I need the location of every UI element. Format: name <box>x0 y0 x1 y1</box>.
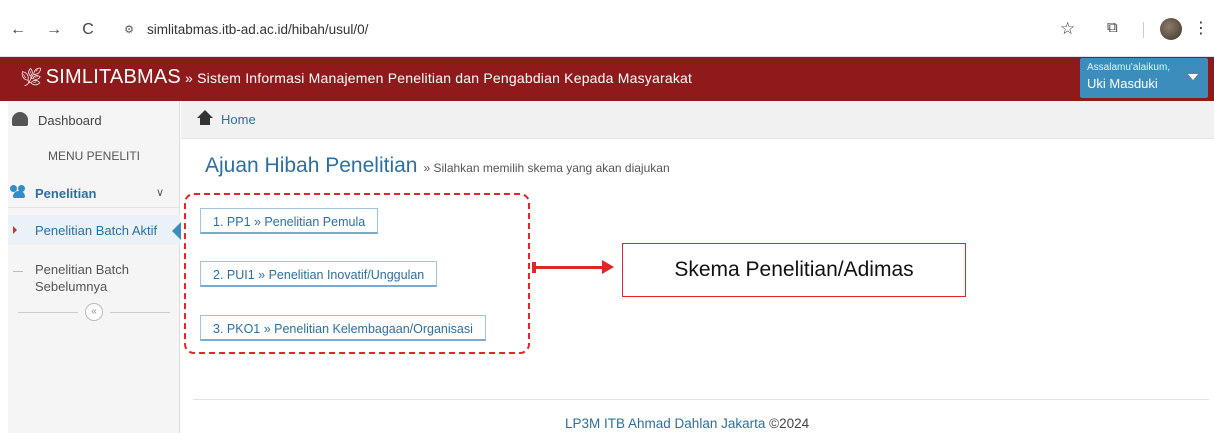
browser-toolbar: ← → C ⚙ simlitabmas.itb-ad.ac.id/hibah/u… <box>0 0 1214 57</box>
sidebar-item-batch-aktif[interactable]: Penelitian Batch Aktif <box>8 215 181 245</box>
browser-menu-icon[interactable]: ⋮ <box>1193 18 1209 38</box>
toolbar-divider <box>1143 22 1144 38</box>
active-indicator <box>172 222 181 240</box>
breadcrumb-home-link[interactable]: Home <box>221 112 256 127</box>
sidebar-item-label: Penelitian <box>35 186 97 201</box>
footer-copyright: ©2024 <box>769 416 810 431</box>
divider <box>18 312 78 313</box>
sidebar-item-label: Penelitian Batch Aktif <box>35 223 158 238</box>
sidebar: Dashboard MENU PENELITI Penelitian ∨ Pen… <box>8 101 181 433</box>
annotation-arrow-line <box>536 266 606 269</box>
page-title-text: Ajuan Hibah Penelitian <box>205 154 418 177</box>
breadcrumb: Home <box>181 101 1214 139</box>
user-name: Uki Masduki <box>1087 76 1158 91</box>
dashboard-gauge-icon <box>12 112 28 126</box>
extensions-icon[interactable]: ⧉ <box>1107 19 1118 36</box>
brand-separator: » <box>180 70 198 86</box>
reload-icon[interactable]: C <box>78 20 98 40</box>
divider <box>110 312 170 313</box>
users-icon <box>10 185 28 199</box>
sidebar-item-label: Dashboard <box>38 113 102 128</box>
sidebar-section-header: MENU PENELITI <box>47 149 140 163</box>
chevron-down-icon: ∨ <box>156 187 165 199</box>
user-menu[interactable]: Assalamu'alaikum, Uki Masduki <box>1080 58 1208 98</box>
bookmark-star-icon[interactable]: ☆ <box>1060 19 1075 39</box>
collapse-sidebar-icon[interactable]: « <box>85 303 103 321</box>
annotation-arrow-head-icon <box>602 260 614 274</box>
profile-avatar[interactable] <box>1160 18 1182 40</box>
footer: LP3M ITB Ahmad Dahlan Jakarta ©2024 <box>565 416 809 431</box>
user-greeting: Assalamu'alaikum, <box>1087 62 1171 73</box>
brand-name: SIMLITABMAS <box>45 66 181 88</box>
home-icon[interactable] <box>197 110 213 126</box>
brand[interactable]: 🌿︎ SIMLITABMAS » Sistem Informasi Manaje… <box>20 66 692 89</box>
page-title: Ajuan Hibah Penelitian » Silahkan memilih… <box>205 154 670 178</box>
address-bar[interactable]: ⚙ simlitabmas.itb-ad.ac.id/hibah/usul/0/ <box>110 13 1090 47</box>
url-text[interactable]: simlitabmas.itb-ad.ac.id/hibah/usul/0/ <box>147 22 368 37</box>
tree-line <box>13 271 23 272</box>
sidebar-item-label: Penelitian Batch Sebelumnya <box>35 262 129 294</box>
page-subtitle: » Silahkan memilih skema yang akan diaju… <box>423 161 670 175</box>
sidebar-item-dashboard[interactable]: Dashboard <box>8 107 180 135</box>
leaf-logo-icon: 🌿︎ <box>20 67 44 87</box>
brand-subtitle: Sistem Informasi Manajemen Penelitian da… <box>197 70 693 86</box>
annotation-dashed-frame <box>184 193 530 354</box>
sidebar-collapse: « <box>8 303 180 321</box>
back-icon[interactable]: ← <box>8 20 28 40</box>
caret-down-icon <box>1188 74 1198 80</box>
sidebar-item-penelitian[interactable]: Penelitian ∨ <box>8 180 180 208</box>
annotation-callout: Skema Penelitian/Adimas <box>622 243 966 297</box>
footer-divider <box>193 399 1209 400</box>
forward-icon[interactable]: → <box>44 20 64 40</box>
site-info-icon[interactable]: ⚙ <box>121 22 137 38</box>
sidebar-item-batch-sebelumnya[interactable]: Penelitian Batch Sebelumnya <box>8 257 180 294</box>
app-header: 🌿︎ SIMLITABMAS » Sistem Informasi Manaje… <box>0 57 1214 101</box>
footer-org-link[interactable]: LP3M ITB Ahmad Dahlan Jakarta <box>565 416 765 431</box>
active-bullet-icon <box>13 226 17 234</box>
